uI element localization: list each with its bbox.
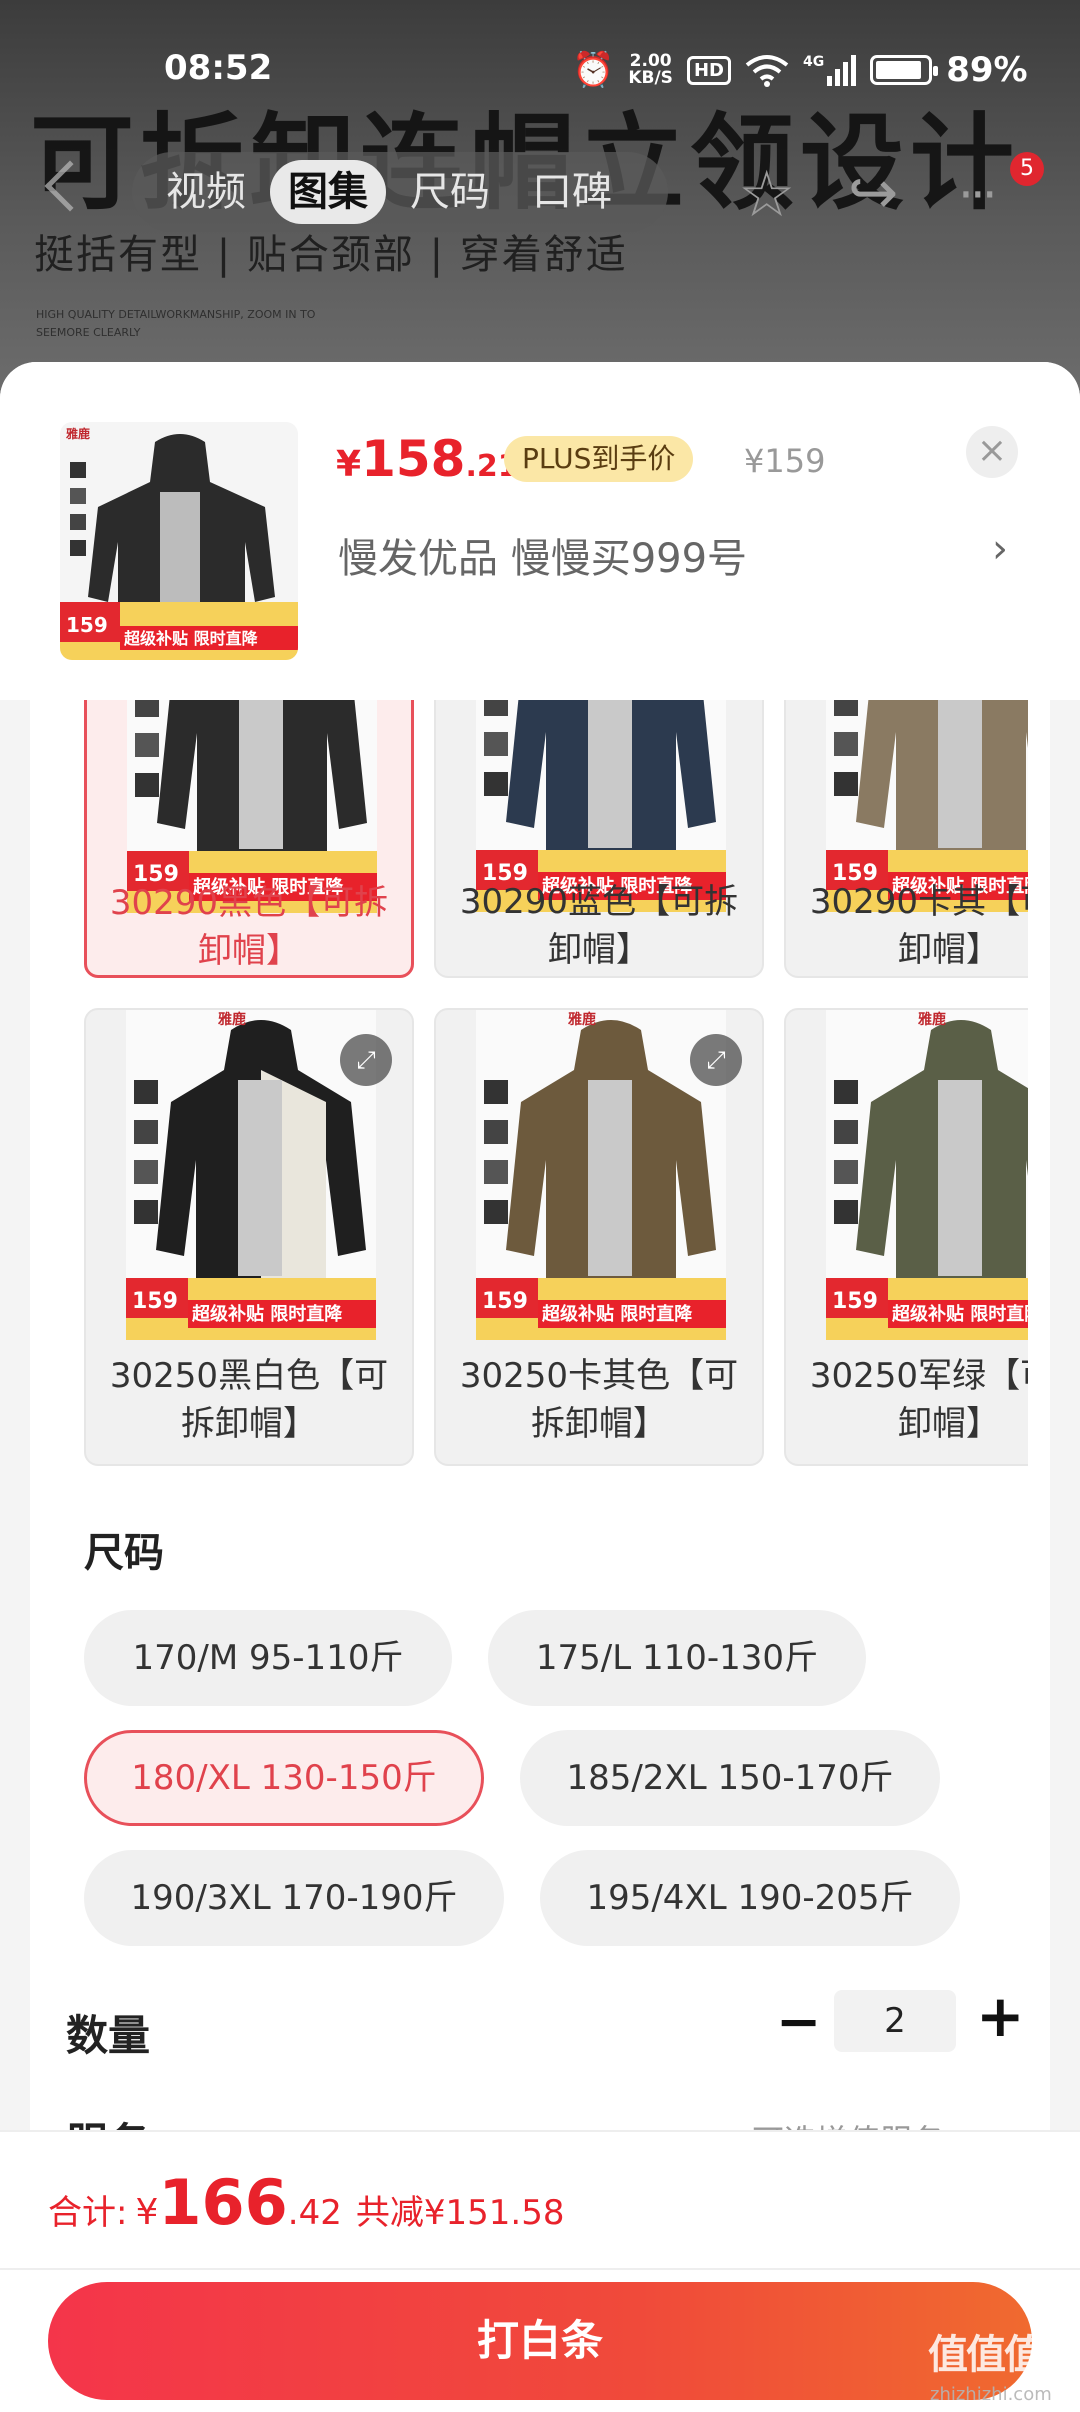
gallery-tab-bar: 视频 图集 尺码 口碑 [132,152,668,232]
svg-text:雅鹿: 雅鹿 [218,1011,246,1028]
variant-label: 30290黑色【可拆卸帽】 [109,883,389,971]
total-price: 合计: ¥ 166 .42 共减¥151.58 [48,2166,565,2239]
status-time: 08:52 [164,48,273,88]
size-option[interactable]: 170/M 95-110斤 [84,1610,452,1706]
sale-price: ¥ 158 .21 [336,430,519,488]
variant-label: 30290蓝色【可拆卸帽】 [459,882,739,970]
size-option[interactable]: 195/4XL 190-205斤 [540,1850,960,1946]
battery-percent: 89% [946,50,1028,90]
total-discount: 共减¥151.58 [355,2193,565,2233]
variant-label: 30250黑白色【可拆卸帽】 [109,1356,389,1444]
variant-card[interactable]: 159超级补贴 限时直降雅鹿 30290卡其【可拆卸帽】 [784,700,1028,978]
size-section-title: 尺码 [84,1530,164,1576]
quantity-plus-button[interactable]: + [976,1982,1025,2050]
variant-card[interactable]: 159超级补贴 限时直降雅鹿 30290黑色【可拆卸帽】 [84,700,414,978]
size-option[interactable]: 190/3XL 170-190斤 [84,1850,504,1946]
quantity-minus-button[interactable]: − [776,1990,821,2053]
promo-label[interactable]: 慢发优品 慢慢买999号 [338,526,747,584]
variant-label: 30250卡其色【可拆卸帽】 [459,1356,739,1444]
close-button[interactable]: × [966,426,1018,478]
svg-text:超级补贴 限时直降: 超级补贴 限时直降 [892,1303,1028,1325]
hd-icon: HD [686,55,731,85]
variant-card[interactable]: 159 超级补贴 限时直降 雅鹿 ⤢ 30250黑白色【可拆卸帽】 [84,1008,414,1466]
battery-icon [870,55,939,85]
share-icon[interactable]: ↪ [848,158,898,228]
original-price: ¥159 [744,442,826,480]
quantity-label: 数量 [66,2011,151,2060]
brand-logo: 雅鹿 [65,426,90,441]
expand-icon[interactable]: ⤢ [690,1034,742,1086]
tab-size[interactable]: 尺码 [392,160,508,224]
alarm-icon: ⏰ [572,50,615,90]
variant-label: 30290卡其【可拆卸帽】 [809,882,1028,970]
tab-video[interactable]: 视频 [148,160,264,224]
status-bar: 08:52 ⏰ 2.00 KB/S HD 4G 89% [0,48,1080,92]
sheet-header: 雅鹿 159 超级补贴 限时直降 ¥ 158 .21 PLUS到手价 ¥159 … [0,362,1080,700]
variant-card[interactable]: 159 超级补贴 限时直降 雅鹿 ⤢ 30250卡其色【可拆卸帽】 [434,1008,764,1466]
variant-card[interactable]: 159 超级补贴 限时直降 雅鹿 30250军绿【可拆卸帽】 [784,1008,1028,1466]
sku-selector-sheet: 雅鹿 159 超级补贴 限时直降 ¥ 158 .21 PLUS到手价 ¥159 … [0,362,1080,2412]
net-speed: 2.00 KB/S [628,51,673,88]
svg-text:雅鹿: 雅鹿 [568,1011,596,1028]
status-icons: ⏰ 2.00 KB/S HD 4G 89% [572,50,1028,90]
size-option[interactable]: 175/L 110-130斤 [488,1610,866,1706]
variant-image: 159 超级补贴 限时直降 雅鹿 [826,1010,1028,1340]
cellular-signal-icon: 4G [803,54,857,86]
svg-text:159: 159 [66,613,108,637]
quantity-input[interactable]: 2 [834,1990,956,2052]
svg-text:159: 159 [132,1289,178,1314]
svg-text:雅鹿: 雅鹿 [918,1011,946,1028]
size-option-selected[interactable]: 180/XL 130-150斤 [84,1730,484,1826]
variant-label: 30250军绿【可拆卸帽】 [809,1356,1028,1444]
star-icon[interactable]: ☆ [738,158,795,232]
message-count-badge: 5 [1010,152,1044,186]
plus-price-badge: PLUS到手价 [504,436,694,482]
product-thumbnail[interactable]: 雅鹿 159 超级补贴 限时直降 [60,422,298,660]
color-variant-grid: 159超级补贴 限时直降雅鹿 30290黑色【可拆卸帽】 159超级补贴 限时直… [84,700,1028,1700]
watermark-url: zhizhizhi.com [930,2384,1052,2405]
footer-divider [0,2268,1080,2270]
expand-icon[interactable]: ⤢ [340,1034,392,1086]
more-icon[interactable]: ··· [958,166,998,224]
tab-reviews[interactable]: 口碑 [514,160,630,224]
variant-image: 159 超级补贴 限时直降 雅鹿 [476,1010,726,1340]
svg-text:超级补贴 限时直降: 超级补贴 限时直降 [542,1303,693,1325]
svg-text:超级补贴 限时直降: 超级补贴 限时直降 [123,629,259,648]
variant-image: 159 超级补贴 限时直降 雅鹿 [126,1010,376,1340]
tab-gallery[interactable]: 图集 [270,160,386,224]
watermark-logo: 值值值 [928,2332,1044,2378]
variant-card[interactable]: 159超级补贴 限时直降雅鹿 30290蓝色【可拆卸帽】 [434,700,764,978]
size-option[interactable]: 185/2XL 150-170斤 [520,1730,940,1826]
svg-text:159: 159 [832,1289,878,1314]
gallery-small-text: HIGH QUALITY DETAILWORKMANSHIP, ZOOM IN … [36,308,316,339]
svg-text:159: 159 [482,1289,528,1314]
product-gallery-background: 可拆卸连帽立领设计 挺括有型 | 贴合颈部 | 穿着舒适 HIGH QUALIT… [0,0,1080,400]
svg-text:超级补贴 限时直降: 超级补贴 限时直降 [192,1303,343,1325]
chevron-right-icon[interactable]: › [992,526,1008,572]
pay-with-baitiao-button[interactable]: 打白条 [48,2282,1032,2400]
wifi-icon [745,55,789,87]
checkout-footer: 合计: ¥ 166 .42 共减¥151.58 打白条 [0,2130,1080,2412]
